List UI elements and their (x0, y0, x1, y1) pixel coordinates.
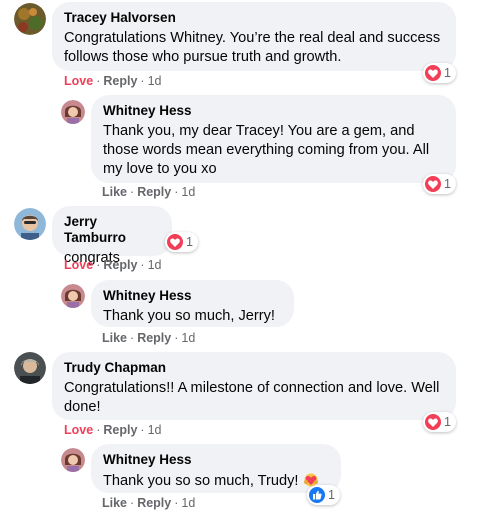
avatar-whitney-hess[interactable] (61, 284, 85, 308)
reply-button[interactable]: Reply (137, 331, 171, 345)
love-button[interactable]: Love (64, 423, 93, 437)
reaction-count-label: 1 (444, 415, 451, 429)
comment-actions: Like · Reply · 1d (102, 185, 196, 199)
heart-icon (425, 65, 441, 81)
comment-actions: Like · Reply · 1d (102, 496, 196, 510)
avatar-tracey-halvorsen[interactable] (14, 3, 46, 35)
timestamp[interactable]: 1d (148, 423, 162, 437)
timestamp[interactable]: 1d (148, 258, 162, 272)
reply-text: Thank you so so much, Trudy! (103, 473, 299, 489)
comment-actions: Love · Reply · 1d (64, 258, 162, 272)
heart-icon (425, 414, 441, 430)
comment-author[interactable]: Tracey Halvorsen (64, 10, 444, 26)
reaction-count[interactable]: 1 (423, 174, 456, 194)
comment-author[interactable]: Whitney Hess (103, 103, 444, 119)
love-button[interactable]: Love (64, 258, 93, 272)
comment-author[interactable]: Jerry Tamburro (64, 214, 160, 246)
reply-bubble: Whitney Hess Thank you so so much, Trudy… (91, 444, 341, 493)
reaction-count-label: 1 (186, 235, 193, 249)
avatar-trudy-chapman[interactable] (14, 352, 46, 384)
comment-author[interactable]: Whitney Hess (103, 452, 329, 468)
comment-actions: Love · Reply · 1d (64, 423, 162, 437)
reaction-count-label: 1 (444, 177, 451, 191)
reply-button[interactable]: Reply (103, 423, 137, 437)
thumbs-up-icon (309, 487, 325, 503)
reaction-count-label: 1 (328, 488, 335, 502)
like-button[interactable]: Like (102, 185, 127, 199)
reply-button[interactable]: Reply (137, 496, 171, 510)
avatar-whitney-hess[interactable] (61, 100, 85, 124)
reaction-count[interactable]: 1 (165, 232, 198, 252)
comment-author[interactable]: Whitney Hess (103, 288, 282, 304)
avatar-whitney-hess[interactable] (61, 448, 85, 472)
comment-actions: Like · Reply · 1d (102, 331, 196, 345)
comment-bubble: Trudy Chapman Congratulations!! A milest… (52, 352, 456, 420)
heart-icon (167, 234, 183, 250)
reaction-count-label: 1 (444, 66, 451, 80)
heart-icon (425, 176, 441, 192)
reply-button[interactable]: Reply (103, 74, 137, 88)
reply-bubble: Whitney Hess Thank you so much, Jerry! (91, 280, 294, 327)
comment-text: Congratulations Whitney. You’re the real… (64, 30, 441, 65)
reaction-count[interactable]: 1 (423, 63, 456, 83)
comment-text: Congratulations!! A milestone of connect… (64, 380, 440, 415)
comment-author[interactable]: Trudy Chapman (64, 360, 444, 376)
timestamp[interactable]: 1d (181, 185, 195, 199)
comment-bubble: Jerry Tamburro congrats (52, 206, 172, 266)
timestamp[interactable]: 1d (181, 496, 195, 510)
comment-text: Thank you so so much, Trudy! (103, 471, 329, 493)
comment-actions: Love · Reply · 1d (64, 74, 162, 88)
like-button[interactable]: Like (102, 496, 127, 510)
avatar-jerry-tamburro[interactable] (14, 208, 46, 240)
like-button[interactable]: Like (102, 331, 127, 345)
reaction-count[interactable]: 1 (307, 485, 340, 505)
reply-button[interactable]: Reply (103, 258, 137, 272)
comment-text: Thank you, my dear Tracey! You are a gem… (103, 123, 430, 177)
timestamp[interactable]: 1d (148, 74, 162, 88)
reaction-count[interactable]: 1 (423, 412, 456, 432)
comment-bubble: Tracey Halvorsen Congratulations Whitney… (52, 2, 456, 71)
comment-text: Thank you so much, Jerry! (103, 308, 275, 324)
reply-bubble: Whitney Hess Thank you, my dear Tracey! … (91, 95, 456, 183)
reply-button[interactable]: Reply (137, 185, 171, 199)
love-button[interactable]: Love (64, 74, 93, 88)
timestamp[interactable]: 1d (181, 331, 195, 345)
